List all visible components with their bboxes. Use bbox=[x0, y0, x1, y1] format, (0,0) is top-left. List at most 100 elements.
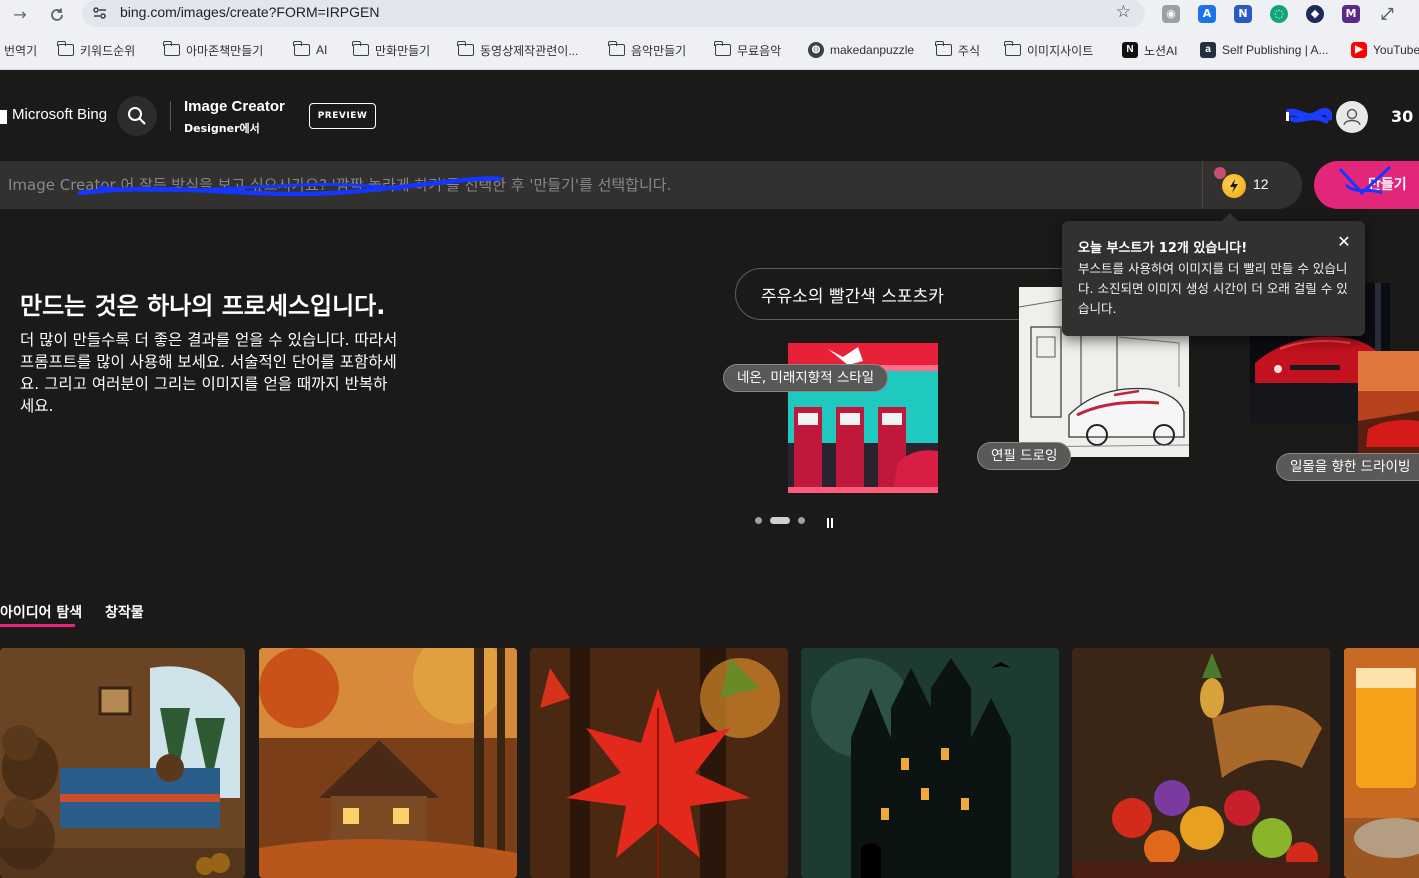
tab-explore-ideas[interactable]: 아이디어 탐색 bbox=[0, 602, 82, 622]
carousel-dot[interactable] bbox=[798, 517, 805, 524]
youtube-favicon-icon: ▶ bbox=[1351, 42, 1367, 58]
address-bar[interactable]: bing.com/images/create?FORM=IRPGEN ☆ bbox=[82, 0, 1145, 27]
gallery-image-haunted-castle[interactable] bbox=[801, 648, 1059, 878]
bookmark-item[interactable]: 번역기 bbox=[4, 40, 37, 60]
gallery-image-bears-cave[interactable] bbox=[0, 648, 245, 878]
bookmark-label: 번역기 bbox=[4, 43, 38, 58]
bookmarks-bar: 번역기 키워드순위 아마존책만들기 AI 만화만들기 동영상제작관련이... 음악만들기 무료… bbox=[0, 30, 1419, 70]
tab-creations[interactable]: 창작물 bbox=[105, 602, 144, 622]
folder-icon bbox=[163, 41, 180, 56]
rewards-count[interactable]: 30 bbox=[1391, 107, 1413, 126]
bookmark-item[interactable]: 주식 bbox=[935, 40, 981, 60]
pause-icon[interactable] bbox=[825, 514, 835, 528]
style-chip-sunset[interactable]: 일몰을 향한 드라이빙 bbox=[1276, 453, 1419, 481]
bookmark-label: AI bbox=[316, 43, 328, 57]
hero-description: 더 많이 만들수록 더 좋은 결과를 얻을 수 있습니다. 따라서 프롬프트를 … bbox=[20, 331, 398, 415]
preview-badge: PREVIEW bbox=[309, 103, 376, 129]
bookmark-label: 무료음악 bbox=[737, 43, 782, 58]
bookmark-item[interactable]: 무료음악 bbox=[714, 40, 782, 60]
bookmark-item[interactable]: 음악만들기 bbox=[608, 40, 687, 60]
tooltip-body: 부스트를 사용하여 이미지를 더 빨리 만들 수 있습니다. 소진되면 이미지 … bbox=[1078, 261, 1348, 316]
chat-extension-icon[interactable]: ◌ bbox=[1270, 5, 1288, 23]
bookmark-item[interactable]: 이미지사이트 bbox=[1004, 40, 1094, 60]
bookmark-label: 동영상제작관련이... bbox=[480, 43, 579, 58]
bookmark-item[interactable]: N 노션AI bbox=[1122, 40, 1177, 60]
boost-count[interactable]: 12 bbox=[1253, 176, 1269, 192]
boost-icon[interactable] bbox=[1222, 174, 1246, 198]
expand-extension-icon[interactable]: ⤢ bbox=[1378, 5, 1396, 23]
user-name-redacted[interactable] bbox=[1286, 107, 1332, 125]
bookmark-label: 키워드순위 bbox=[80, 43, 136, 58]
gallery-image-orange-juice[interactable] bbox=[1344, 648, 1419, 878]
folder-icon bbox=[608, 41, 625, 56]
bookmark-item[interactable]: 동영상제작관련이... bbox=[457, 40, 579, 60]
folder-icon bbox=[935, 41, 952, 56]
carousel-dot-active[interactable] bbox=[770, 517, 790, 524]
browser-toolbar: → bing.com/images/create?FORM=IRPGEN ☆ ◉… bbox=[0, 0, 1419, 30]
forward-icon[interactable]: → bbox=[9, 4, 31, 26]
bookmark-label: 노션AI bbox=[1144, 43, 1178, 58]
bookmark-item[interactable]: AI bbox=[293, 40, 328, 60]
globe-favicon-icon: ◍ bbox=[808, 42, 824, 58]
carousel-prompt-text: 주유소의 빨간색 스포츠카 bbox=[761, 287, 944, 307]
search-button[interactable] bbox=[117, 96, 157, 136]
folder-icon bbox=[57, 41, 74, 56]
url-text[interactable]: bing.com/images/create?FORM=IRPGEN bbox=[120, 4, 379, 20]
bookmark-label: 이미지사이트 bbox=[1027, 43, 1094, 58]
search-icon bbox=[128, 107, 146, 125]
hero-title: 만드는 것은 하나의 프로세스입니다. bbox=[20, 292, 386, 320]
style-chip-neon[interactable]: 네온, 미래지향적 스타일 bbox=[723, 364, 889, 392]
carousel-dot[interactable] bbox=[755, 517, 762, 524]
bookmark-item[interactable]: a Self Publishing | A... bbox=[1200, 40, 1329, 60]
reload-icon[interactable] bbox=[46, 4, 68, 26]
folder-icon bbox=[293, 41, 310, 56]
translate-extension-icon[interactable]: A bbox=[1198, 5, 1216, 23]
bookmark-item[interactable]: ▶ YouTube bbox=[1351, 40, 1419, 60]
bookmark-label: 주식 bbox=[958, 43, 981, 58]
amazon-favicon-icon: a bbox=[1200, 42, 1216, 58]
bookmark-label: 음악만들기 bbox=[631, 43, 687, 58]
gallery-image-cornucopia[interactable] bbox=[1072, 648, 1330, 878]
site-settings-icon[interactable] bbox=[92, 5, 108, 21]
bookmark-label: Self Publishing | A... bbox=[1222, 43, 1329, 57]
image-creator-app: Microsoft Bing Image Creator Designer에서 … bbox=[0, 71, 1419, 878]
active-tab-indicator bbox=[0, 624, 75, 627]
microsoft-logo-icon bbox=[0, 110, 7, 124]
bookmark-label: 아마존책만들기 bbox=[186, 43, 264, 58]
boost-divider bbox=[1202, 161, 1203, 209]
bookmark-label: YouTube bbox=[1373, 43, 1419, 57]
create-button[interactable]: 만들기 bbox=[1314, 161, 1419, 209]
product-subtitle: Designer에서 bbox=[184, 122, 260, 135]
camera-extension-icon[interactable]: ◉ bbox=[1162, 5, 1180, 23]
folder-icon bbox=[457, 41, 474, 56]
user-icon bbox=[1343, 108, 1361, 126]
bookmark-item[interactable]: 아마존책만들기 bbox=[163, 40, 264, 60]
prompt-input[interactable] bbox=[8, 161, 1198, 209]
notion-favicon-icon: N bbox=[1122, 42, 1138, 58]
n-extension-icon[interactable]: N bbox=[1234, 5, 1252, 23]
site-header: Microsoft Bing Image Creator Designer에서 … bbox=[0, 71, 1419, 161]
boost-notification-dot bbox=[1214, 167, 1226, 179]
style-chip-pencil[interactable]: 연필 드로잉 bbox=[977, 442, 1072, 470]
folder-icon bbox=[714, 41, 731, 56]
prompt-bar: 12 bbox=[0, 161, 1302, 209]
bookmark-label: makedanpuzzle bbox=[830, 43, 915, 57]
folder-icon bbox=[1004, 41, 1021, 56]
bookmark-item[interactable]: ◍ makedanpuzzle bbox=[808, 40, 914, 60]
product-title[interactable]: Image Creator bbox=[184, 98, 285, 115]
bookmark-item[interactable]: 키워드순위 bbox=[57, 40, 136, 60]
bookmark-star-icon[interactable]: ☆ bbox=[1116, 2, 1131, 22]
gallery-image-red-maple-leaf[interactable] bbox=[530, 648, 788, 878]
gallery-image-autumn-cabin[interactable] bbox=[259, 648, 517, 878]
folder-icon bbox=[352, 41, 369, 56]
tooltip-title: 오늘 부스트가 12개 있습니다! bbox=[1078, 241, 1248, 256]
header-divider bbox=[170, 101, 171, 131]
close-icon[interactable]: ✕ bbox=[1335, 233, 1353, 251]
bing-brand[interactable]: Microsoft Bing bbox=[12, 106, 107, 123]
openai-extension-icon[interactable]: ◆ bbox=[1306, 5, 1324, 23]
bookmark-item[interactable]: 만화만들기 bbox=[352, 40, 430, 60]
explore-section: 아이디어 탐색 창작물 bbox=[0, 551, 1419, 878]
user-avatar[interactable] bbox=[1336, 101, 1368, 133]
m-extension-icon[interactable]: M bbox=[1342, 5, 1360, 23]
boost-tooltip: 오늘 부스트가 12개 있습니다! 부스트를 사용하여 이미지를 더 빨리 만들… bbox=[1062, 213, 1365, 336]
